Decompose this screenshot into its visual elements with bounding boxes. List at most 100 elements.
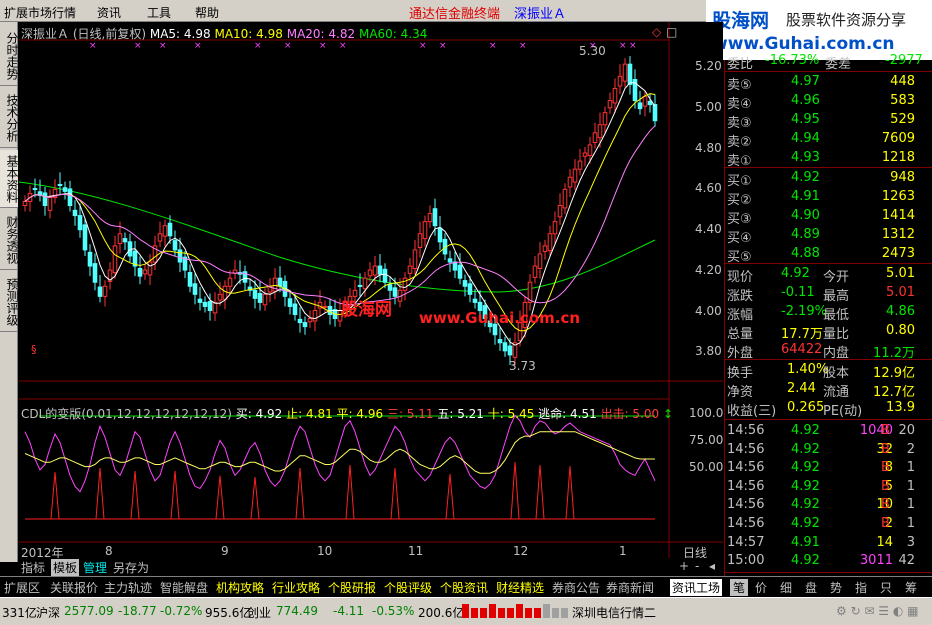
- tick-bs: B: [881, 460, 890, 476]
- candle-body: [277, 277, 283, 287]
- tab-time-share[interactable]: 分时走势: [0, 26, 19, 86]
- category-item[interactable]: 个股研报: [328, 579, 376, 596]
- menu-item-tools[interactable]: 工具: [147, 4, 171, 21]
- ind-arrow-icon[interactable]: ↕: [663, 407, 673, 421]
- sell-volume: 448: [890, 74, 915, 89]
- scroll-left-icon[interactable]: ◂: [709, 559, 715, 573]
- quote-tab[interactable]: 价: [755, 579, 767, 596]
- stat-label: PE(动): [823, 404, 863, 419]
- candle-body: [77, 215, 83, 231]
- category-item[interactable]: 扩展区: [4, 579, 40, 596]
- candle-body: [647, 100, 653, 106]
- quote-tab[interactable]: 只: [880, 579, 892, 596]
- stat-row: 收益(三) 0.265 PE(动) 13.9: [725, 399, 932, 419]
- signal-marker: ×: [629, 41, 637, 51]
- candle-body: [167, 222, 173, 237]
- candle-body: [387, 284, 393, 291]
- candle-body: [262, 293, 268, 306]
- app-title: 通达信金融终端: [409, 7, 501, 22]
- category-item[interactable]: 财经精选: [496, 579, 544, 596]
- stat-value: 17.7万: [781, 327, 823, 342]
- category-item[interactable]: 券商公告: [552, 579, 600, 596]
- stat-value: 0.80: [886, 323, 915, 338]
- sell-row: 卖① 4.93 1218: [725, 149, 932, 169]
- stat-value: 4.86: [886, 304, 915, 319]
- signal-marker: ×: [339, 41, 347, 51]
- tick-price: 4.92: [791, 478, 820, 494]
- quote-tab[interactable]: 势: [830, 579, 842, 596]
- tab-save-as[interactable]: 另存为: [113, 559, 149, 576]
- stat-label: 换手: [727, 366, 754, 381]
- candle-body: [192, 283, 198, 295]
- category-item[interactable]: 智能解盘: [160, 579, 208, 596]
- price-tick: 4.20: [695, 263, 722, 277]
- candle-body: [407, 265, 413, 274]
- category-item[interactable]: 关联报价: [50, 579, 98, 596]
- candle-body: [227, 277, 233, 287]
- candle-body: [497, 339, 503, 344]
- candle-body: [82, 224, 88, 251]
- candle-body: [472, 298, 478, 303]
- status-icons[interactable]: ⚙ ↻ ✉ ☰ ◐ ▦: [836, 604, 919, 618]
- buy-label: 买①: [727, 174, 752, 189]
- sh-value: 2577.09: [64, 604, 114, 618]
- ind-tick: 75.00: [689, 433, 724, 447]
- tab-basic-info[interactable]: 基本资料: [0, 150, 19, 208]
- quote-tab[interactable]: 筹: [905, 579, 917, 596]
- tab-technical[interactable]: 技术分析: [0, 88, 19, 148]
- zoom-out-button[interactable]: -: [695, 559, 699, 573]
- tab-forecast[interactable]: 预测评级: [0, 272, 19, 332]
- candle-body: [582, 152, 588, 157]
- stat-value: 64422: [781, 342, 823, 357]
- buy-price: 4.88: [791, 246, 820, 261]
- tab-manage[interactable]: 管理: [83, 559, 107, 576]
- zoom-in-button[interactable]: +: [679, 559, 689, 573]
- menu-item-market[interactable]: 扩展市场行情: [4, 4, 76, 21]
- category-item[interactable]: 机构攻略: [216, 579, 264, 596]
- tick-count: 42: [898, 553, 915, 569]
- quote-tab[interactable]: 细: [780, 579, 792, 596]
- candle-body: [142, 269, 148, 275]
- stat-value: 0.265: [787, 400, 825, 415]
- tab-finance[interactable]: 财务透视: [0, 210, 19, 270]
- category-item[interactable]: 主力轨迹: [104, 579, 152, 596]
- candle-body: [112, 245, 118, 274]
- tab-template[interactable]: 模板: [51, 559, 80, 576]
- kline-chart-area[interactable]: × × × × × × × × × × × × × × × 深振业Ａ (日线,前复权) MA5: 4.98 …: [19, 22, 723, 562]
- candle-body: [572, 168, 578, 183]
- quote-tab[interactable]: 笔: [730, 579, 749, 596]
- volume-block: [552, 608, 559, 618]
- diamond-icon[interactable]: ◇: [652, 25, 661, 39]
- quote-tab[interactable]: 盘: [805, 579, 817, 596]
- category-item[interactable]: 资讯工场: [670, 579, 723, 596]
- wei-bi-value: -16.73%: [765, 53, 820, 68]
- category-item[interactable]: 个股评级: [384, 579, 432, 596]
- signal-marker: ×: [319, 41, 327, 51]
- quote-tab[interactable]: 指: [855, 579, 867, 596]
- x-label: 9: [221, 544, 229, 558]
- candle-body: [117, 233, 123, 244]
- category-item[interactable]: 个股资讯: [440, 579, 488, 596]
- sell-row: 卖③ 4.95 529: [725, 111, 932, 131]
- ind-tick: 50.00: [689, 460, 724, 474]
- quote-tabs: 笔价细盘势指只筹: [724, 576, 932, 596]
- stat-row: 净资 2.44 流通 12.7亿: [725, 380, 932, 400]
- candle-body: [587, 144, 593, 156]
- candle-body: [427, 213, 433, 223]
- candle-body: [67, 188, 73, 206]
- buy-row: 买④ 4.89 1312: [725, 226, 932, 246]
- tick-row: 14:56 4.92 2 B 1: [725, 515, 932, 533]
- candle-body: [212, 301, 218, 314]
- volume-block: [516, 604, 523, 618]
- category-item[interactable]: 券商新闻: [606, 579, 654, 596]
- stat-label: 内盘: [823, 346, 850, 361]
- candle-body: [422, 221, 428, 240]
- menu-item-help[interactable]: 帮助: [195, 4, 219, 21]
- volume-indicator: [462, 604, 568, 618]
- menu-item-news[interactable]: 资讯: [97, 4, 121, 21]
- tab-indicator[interactable]: 指标: [21, 559, 45, 576]
- collapse-icon[interactable]: □: [666, 25, 677, 39]
- ind-tick: 100.0: [689, 406, 724, 420]
- signal-marker: ×: [134, 41, 142, 51]
- category-item[interactable]: 行业攻略: [272, 579, 320, 596]
